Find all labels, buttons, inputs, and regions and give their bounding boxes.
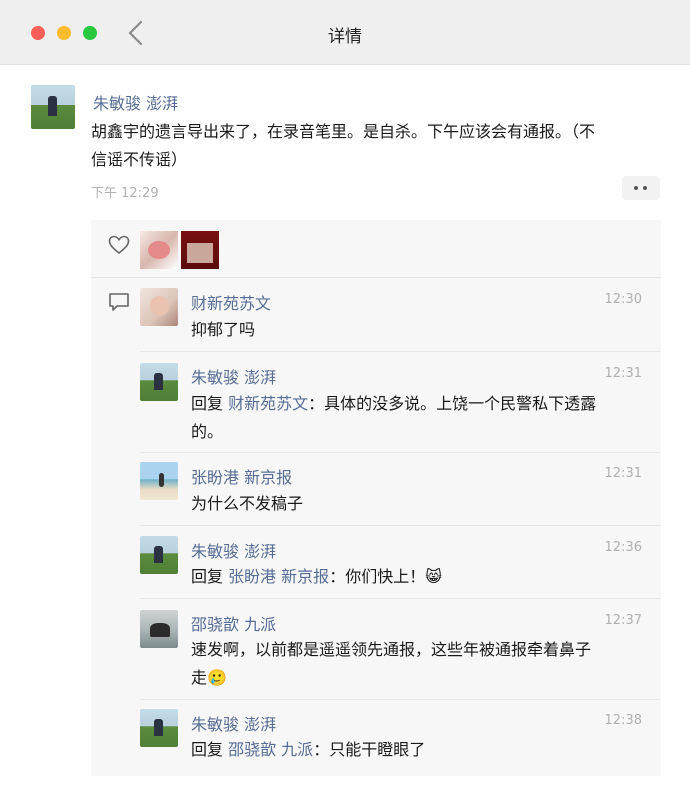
comment-body: 速发啊，以前都是遥遥领先通报，这些年被通报牵着鼻子 [191, 640, 592, 659]
comment-author[interactable]: 财新苑苏文 [191, 290, 271, 314]
post-text-line2: 信谣不传谣） [91, 150, 188, 169]
reply-prefix: 回复 [191, 567, 229, 586]
comment-bubble-icon [109, 293, 129, 311]
comment-author[interactable]: 邵骁歆 九派 [191, 611, 276, 635]
comment-time: 12:30 [604, 292, 642, 307]
comment-time: 12:31 [604, 466, 642, 481]
post-author[interactable]: 朱敏骏 澎湃 [93, 90, 178, 114]
comment-text: 回复 邵骁歆 九派：只能干瞪眼了 [191, 736, 425, 764]
emoji: 🥲 [207, 668, 227, 687]
reply-target[interactable]: 张盼港 新京报 [228, 567, 329, 586]
reply-body: ：只能干瞪眼了 [313, 740, 426, 759]
comment-author[interactable]: 张盼港 新京报 [191, 464, 292, 488]
comment-time: 12:37 [604, 613, 642, 628]
divider [140, 598, 660, 599]
avatar[interactable] [140, 363, 178, 401]
comment-time: 12:36 [604, 540, 642, 555]
reply-target[interactable]: 邵骁歆 九派 [228, 740, 313, 759]
avatar[interactable] [140, 288, 178, 326]
comment-text: 为什么不发稿子 [191, 494, 304, 513]
reply-prefix: 回复 [191, 394, 229, 413]
avatar[interactable] [140, 709, 178, 747]
more-options-button[interactable] [622, 176, 660, 200]
avatar[interactable] [140, 610, 178, 648]
reply-body: ：你们快上！ [329, 567, 426, 586]
comment-text: 回复 财新苑苏文：具体的没多说。上饶一个民警私下透露的。 [191, 390, 651, 446]
reply-target[interactable]: 财新苑苏文 [228, 394, 308, 413]
comment-text: 速发啊，以前都是遥遥领先通报，这些年被通报牵着鼻子 走🥲 [191, 636, 651, 692]
avatar[interactable] [140, 462, 178, 500]
post-text-line1: 胡鑫宇的遗言导出来了，在录音笔里。是自杀。下午应该会有通报。（不 [91, 122, 596, 141]
comment-text: 抑郁了吗 [191, 320, 256, 339]
comment-text: 回复 张盼港 新京报：你们快上！😸 [191, 563, 442, 591]
divider [140, 525, 660, 526]
comment-body-cont: 走 [191, 668, 208, 687]
comment-time: 12:31 [604, 366, 642, 381]
post-time: 下午 12:29 [91, 186, 159, 201]
divider [140, 452, 660, 453]
avatar[interactable] [140, 536, 178, 574]
liker-avatar[interactable] [181, 231, 219, 269]
divider [91, 277, 661, 278]
window-title: 详情 [328, 27, 362, 47]
reply-body: ：具体的没多说。上饶一个民警私下透露 [308, 394, 597, 413]
comment-author[interactable]: 朱敏骏 澎湃 [191, 538, 276, 562]
avatar[interactable] [31, 85, 75, 129]
divider [140, 699, 660, 700]
post-text: 胡鑫宇的遗言导出来了，在录音笔里。是自杀。下午应该会有通报。（不 信谣不传谣） [91, 118, 671, 174]
title-bar: 详情 [0, 0, 690, 65]
liker-avatar[interactable] [140, 231, 178, 269]
emoji: 😸 [425, 567, 442, 586]
comment-author[interactable]: 朱敏骏 澎湃 [191, 364, 276, 388]
like-heart-icon [108, 235, 130, 255]
comment-author[interactable]: 朱敏骏 澎湃 [191, 711, 276, 735]
reply-body-cont: 的。 [191, 422, 224, 441]
reply-prefix: 回复 [191, 740, 229, 759]
divider [140, 351, 660, 352]
comment-time: 12:38 [604, 713, 642, 728]
